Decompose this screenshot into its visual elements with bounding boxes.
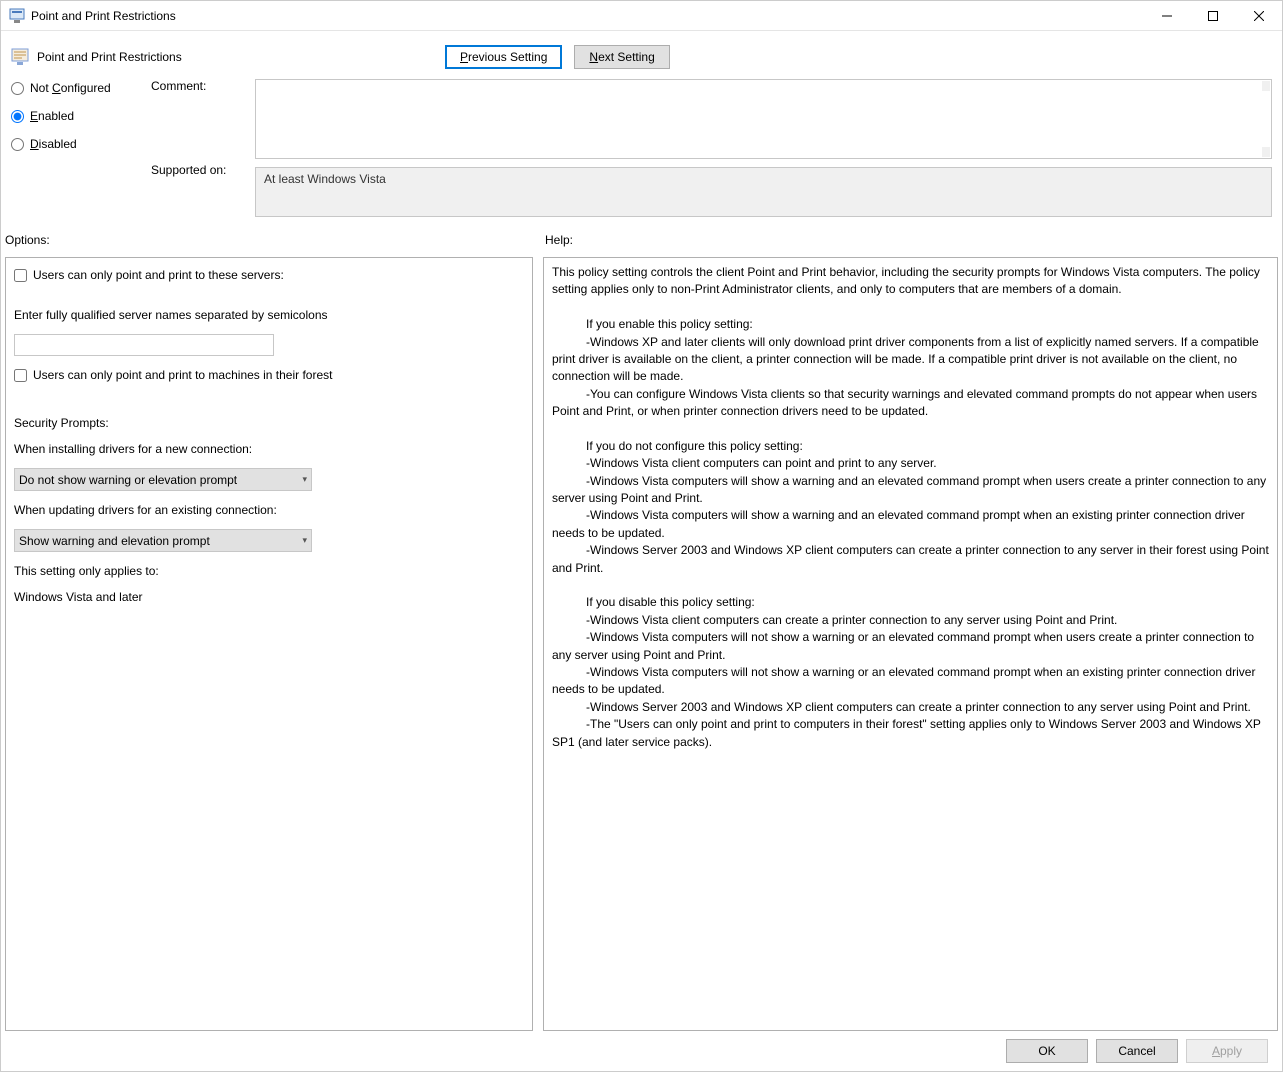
chk-forest-label: Users can only point and print to machin… xyxy=(33,368,332,382)
help-text: -Windows Vista computers will show a war… xyxy=(552,474,1266,505)
close-button[interactable] xyxy=(1236,1,1282,30)
supported-on-box: At least Windows Vista xyxy=(255,167,1272,217)
header-row: Point and Print Restrictions Previous Se… xyxy=(5,33,1278,79)
header-left: Point and Print Restrictions xyxy=(11,48,445,66)
update-driver-label: When updating drivers for an existing co… xyxy=(14,503,524,517)
help-text: -Windows Server 2003 and Windows XP clie… xyxy=(552,543,1269,574)
maximize-button[interactable] xyxy=(1190,1,1236,30)
help-text: If you enable this policy setting: xyxy=(552,316,1269,333)
chevron-down-icon: ▾ xyxy=(302,474,307,485)
update-driver-value: Show warning and elevation prompt xyxy=(19,534,210,548)
comment-textarea[interactable] xyxy=(255,79,1272,159)
security-prompts-heading: Security Prompts: xyxy=(14,416,524,430)
apply-button[interactable]: Apply xyxy=(1186,1039,1268,1063)
config-row: Not Configured Enabled Disabled Comment:… xyxy=(5,79,1278,223)
help-text: This policy setting controls the client … xyxy=(552,264,1269,299)
checkbox-forest[interactable] xyxy=(14,369,27,382)
next-setting-button[interactable]: Next Setting xyxy=(574,45,669,69)
servers-hint: Enter fully qualified server names separ… xyxy=(14,308,524,322)
applies-to-value: Windows Vista and later xyxy=(14,590,524,604)
state-enabled[interactable]: Enabled xyxy=(11,109,151,123)
radio-not-configured[interactable] xyxy=(11,82,24,95)
install-driver-label: When installing drivers for a new connec… xyxy=(14,442,524,456)
help-text: -Windows Vista computers will not show a… xyxy=(552,630,1254,661)
header-nav: Previous Setting Next Setting xyxy=(445,45,670,69)
help-text: -Windows Vista client computers can crea… xyxy=(586,613,1117,627)
help-text: If you do not configure this policy sett… xyxy=(552,438,1269,455)
chk-only-these-servers[interactable]: Users can only point and print to these … xyxy=(14,268,524,282)
comment-input[interactable] xyxy=(256,80,1271,158)
radio-enabled[interactable] xyxy=(11,110,24,123)
radio-disabled[interactable] xyxy=(11,138,24,151)
chk-forest[interactable]: Users can only point and print to machin… xyxy=(14,368,524,382)
help-text: -Windows Vista computers will not show a… xyxy=(552,665,1255,696)
help-label: Help: xyxy=(545,233,573,247)
section-labels: Options: Help: xyxy=(5,223,1278,257)
scroll-up-icon xyxy=(1262,169,1270,179)
scroll-up-icon[interactable] xyxy=(1262,81,1270,91)
ok-button[interactable]: OK xyxy=(1006,1039,1088,1063)
dialog-window: Point and Print Restrictions xyxy=(0,0,1283,1072)
scroll-down-icon xyxy=(1262,205,1270,215)
help-text: -Windows XP and later clients will only … xyxy=(552,335,1259,384)
minimize-button[interactable] xyxy=(1144,1,1190,30)
help-text: If you disable this policy setting: xyxy=(552,594,1269,611)
install-driver-select[interactable]: Do not show warning or elevation prompt … xyxy=(14,468,312,491)
help-text: -Windows Vista client computers can poin… xyxy=(586,456,937,470)
servers-input[interactable] xyxy=(14,334,274,356)
fields-col: At least Windows Vista xyxy=(255,79,1272,217)
help-text: -The "Users can only point and print to … xyxy=(552,717,1261,748)
update-driver-select[interactable]: Show warning and elevation prompt ▾ xyxy=(14,529,312,552)
help-panel: This policy setting controls the client … xyxy=(543,257,1278,1031)
scroll-down-icon[interactable] xyxy=(1262,147,1270,157)
mid-labels: Comment: Supported on: xyxy=(151,79,255,217)
chevron-down-icon: ▾ xyxy=(302,535,307,546)
help-text: -You can configure Windows Vista clients… xyxy=(552,387,1257,418)
help-text: -Windows Server 2003 and Windows XP clie… xyxy=(586,700,1251,714)
policy-icon xyxy=(11,48,29,66)
supported-on-text: At least Windows Vista xyxy=(264,172,386,186)
state-radio-group: Not Configured Enabled Disabled xyxy=(11,79,151,217)
window-title: Point and Print Restrictions xyxy=(31,9,176,23)
help-text: -Windows Vista computers will show a war… xyxy=(552,508,1245,539)
options-panel: Users can only point and print to these … xyxy=(5,257,533,1031)
app-icon xyxy=(9,8,25,24)
supported-label: Supported on: xyxy=(151,159,255,177)
window-controls xyxy=(1144,1,1282,30)
options-label: Options: xyxy=(5,233,545,247)
comment-label: Comment: xyxy=(151,79,255,159)
applies-to-label: This setting only applies to: xyxy=(14,564,524,578)
chk-only-these-servers-label: Users can only point and print to these … xyxy=(33,268,284,282)
checkbox-only-these-servers[interactable] xyxy=(14,269,27,282)
dialog-footer: OK Cancel Apply xyxy=(5,1031,1278,1065)
titlebar: Point and Print Restrictions xyxy=(1,1,1282,31)
panels: Users can only point and print to these … xyxy=(5,257,1278,1031)
state-not-configured[interactable]: Not Configured xyxy=(11,81,151,95)
previous-setting-button[interactable]: Previous Setting xyxy=(445,45,562,69)
policy-title: Point and Print Restrictions xyxy=(37,50,182,64)
cancel-button[interactable]: Cancel xyxy=(1096,1039,1178,1063)
titlebar-left: Point and Print Restrictions xyxy=(9,8,176,24)
install-driver-value: Do not show warning or elevation prompt xyxy=(19,473,237,487)
state-disabled[interactable]: Disabled xyxy=(11,137,151,151)
